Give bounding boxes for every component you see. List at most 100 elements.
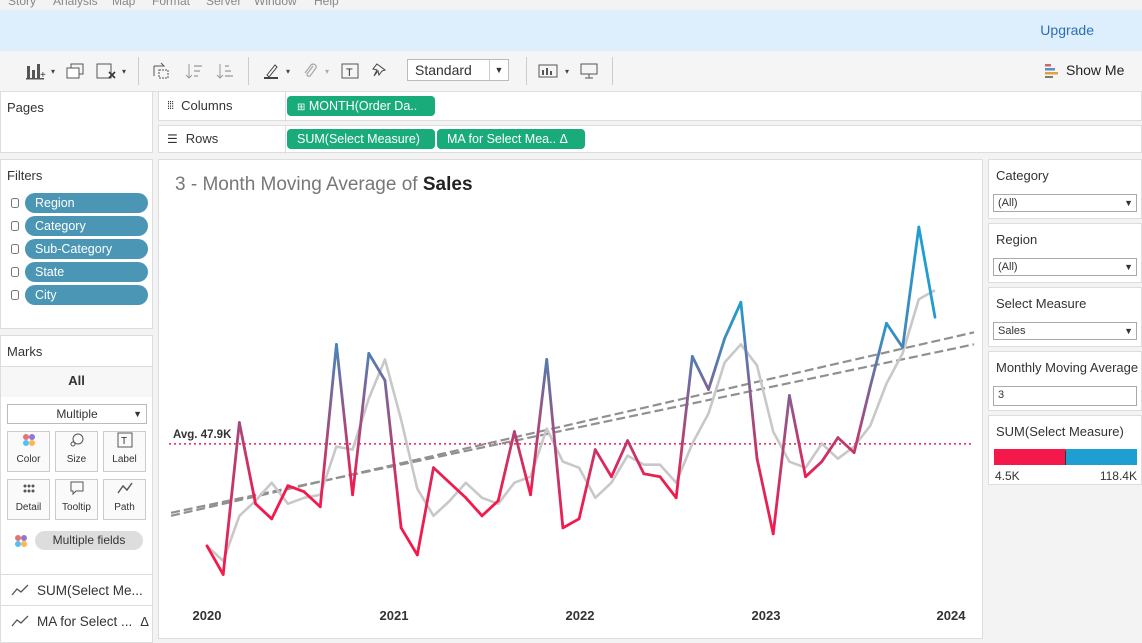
chevron-down-icon: ▼: [1124, 262, 1133, 272]
color-legend-high: [1066, 449, 1137, 465]
show-me-button[interactable]: Show Me: [1044, 62, 1124, 78]
chevron-down-icon[interactable]: ▾: [119, 61, 129, 81]
detail-button[interactable]: Detail: [7, 479, 50, 520]
columns-shelf[interactable]: ⁞⁞⁞ Columns ⊞ MONTH(Order Da..: [158, 91, 1142, 122]
menu-format[interactable]: Format: [152, 0, 190, 8]
measure-line-segment[interactable]: [254, 502, 274, 521]
color-legend-bar[interactable]: [994, 449, 1137, 465]
mark-type-dropdown[interactable]: Multiple ▼: [7, 404, 147, 424]
presentation-mode-chart-icon[interactable]: [537, 61, 561, 81]
marks-card-moving-average[interactable]: MA for Select ... Δ: [1, 606, 152, 636]
region-filter-dropdown[interactable]: (All) ▼: [993, 258, 1137, 276]
show-me-icon: [1045, 64, 1058, 78]
column-pill-month[interactable]: ⊞ MONTH(Order Da..: [287, 96, 435, 116]
category-filter-card: Category (All) ▼: [988, 159, 1142, 219]
moving-average-input[interactable]: 3: [993, 386, 1137, 406]
measure-line-segment[interactable]: [739, 300, 759, 461]
measure-line-segment[interactable]: [399, 526, 419, 557]
tooltip-button[interactable]: Tooltip: [55, 479, 98, 520]
chevron-down-icon[interactable]: ▾: [48, 61, 58, 81]
chevron-down-icon[interactable]: ▾: [283, 61, 293, 81]
measure-line-segment[interactable]: [512, 430, 532, 497]
measure-line-segment[interactable]: [771, 394, 791, 536]
marks-card-sum-measure[interactable]: SUM(Select Me...: [1, 575, 152, 605]
filter-sub-category[interactable]: Sub-Category: [11, 239, 148, 259]
filter-category[interactable]: Category: [11, 216, 148, 236]
measure-line-segment[interactable]: [480, 499, 500, 518]
filter-city[interactable]: City: [11, 285, 148, 305]
database-icon: [11, 290, 19, 300]
new-worksheet-icon[interactable]: +: [22, 61, 50, 81]
color-dots-icon: [8, 432, 49, 454]
chevron-down-icon[interactable]: ▾: [322, 61, 332, 81]
menu-story[interactable]: Story: [8, 0, 36, 8]
database-icon: [11, 244, 19, 254]
paperclip-icon[interactable]: [300, 61, 320, 81]
row-pill-moving-average[interactable]: MA for Select Mea.. Δ: [437, 129, 585, 149]
measure-line-segment[interactable]: [593, 448, 613, 479]
svg-text:+: +: [40, 70, 46, 80]
measure-line-segment[interactable]: [318, 342, 338, 509]
measure-line-segment[interactable]: [674, 354, 694, 500]
measure-line-segment[interactable]: [237, 421, 257, 506]
chart-svg[interactable]: Avg. 47.9K 2020 2021 2022 2023 2024: [159, 160, 982, 638]
chevron-down-icon: ▼: [1124, 198, 1133, 208]
marks-tab-all[interactable]: All: [1, 367, 152, 397]
duplicate-sheet-icon[interactable]: [64, 61, 86, 81]
chart-view[interactable]: 3 - Month Moving Average of Sales Avg. 4…: [158, 159, 983, 639]
measure-line-segment[interactable]: [707, 336, 727, 391]
show-me-label: Show Me: [1066, 62, 1125, 78]
menu-map[interactable]: Map: [112, 0, 135, 8]
measure-line-segment[interactable]: [529, 357, 549, 497]
measure-line-segment[interactable]: [561, 517, 581, 530]
measure-line-segment[interactable]: [351, 351, 371, 497]
filter-state[interactable]: State: [11, 262, 148, 282]
sort-descending-icon[interactable]: [215, 61, 237, 81]
menu-server[interactable]: Server: [206, 0, 241, 8]
filter-region[interactable]: Region: [11, 193, 148, 213]
clear-sheet-icon[interactable]: [94, 61, 118, 81]
chevron-down-icon[interactable]: ▾: [562, 61, 572, 81]
measure-line-segment[interactable]: [755, 457, 775, 536]
color-legend-low: [994, 449, 1066, 465]
multiple-fields-row[interactable]: Multiple fields: [13, 531, 143, 550]
highlight-pen-icon[interactable]: [261, 61, 281, 81]
marks-title: Marks: [7, 344, 43, 359]
measure-line-segment[interactable]: [464, 496, 484, 518]
path-button[interactable]: Path: [103, 479, 146, 520]
label-button[interactable]: T Label: [103, 431, 146, 472]
sort-ascending-icon[interactable]: [184, 61, 206, 81]
select-measure-dropdown[interactable]: Sales ▼: [993, 322, 1137, 340]
rows-shelf[interactable]: ☰ Rows SUM(Select Measure) MA for Select…: [158, 125, 1142, 154]
swap-rows-columns-icon[interactable]: [150, 61, 172, 81]
text-label-icon[interactable]: T: [340, 61, 360, 81]
size-button[interactable]: Size: [55, 431, 98, 472]
menu-window[interactable]: Window: [254, 0, 297, 8]
measure-line-segment[interactable]: [383, 379, 403, 530]
presentation-screen-icon[interactable]: [578, 61, 600, 81]
menu-analysis[interactable]: Analysis: [53, 0, 98, 8]
measure-line-segment[interactable]: [577, 448, 597, 521]
measure-line-segment[interactable]: [335, 342, 355, 497]
measure-line-segment[interactable]: [642, 472, 662, 479]
measure-line-segment[interactable]: [723, 300, 743, 340]
fit-dropdown[interactable]: Standard ▼: [407, 59, 509, 81]
pages-shelf[interactable]: Pages: [0, 91, 153, 153]
measure-line-segment[interactable]: [690, 354, 710, 391]
measure-line-segment[interactable]: [836, 436, 856, 455]
color-button[interactable]: Color: [7, 431, 50, 472]
measure-line-segment[interactable]: [432, 466, 452, 485]
row-pill-sum-measure[interactable]: SUM(Select Measure): [287, 129, 435, 149]
menu-help[interactable]: Help: [314, 0, 339, 8]
pin-icon[interactable]: [370, 61, 390, 81]
measure-line-segment[interactable]: [917, 225, 937, 319]
color-legend-center-marker: [1065, 451, 1066, 465]
rows-icon: ☰: [167, 131, 178, 146]
measure-line-segment[interactable]: [852, 385, 872, 455]
path-line-icon: [104, 480, 145, 502]
category-filter-dropdown[interactable]: (All) ▼: [993, 194, 1137, 212]
upgrade-link[interactable]: Upgrade: [1040, 22, 1094, 38]
filters-shelf[interactable]: Filters Region Category Sub-Category Sta…: [0, 159, 153, 329]
x-tick-label: 2022: [566, 608, 595, 623]
measure-line-segment[interactable]: [885, 321, 905, 349]
